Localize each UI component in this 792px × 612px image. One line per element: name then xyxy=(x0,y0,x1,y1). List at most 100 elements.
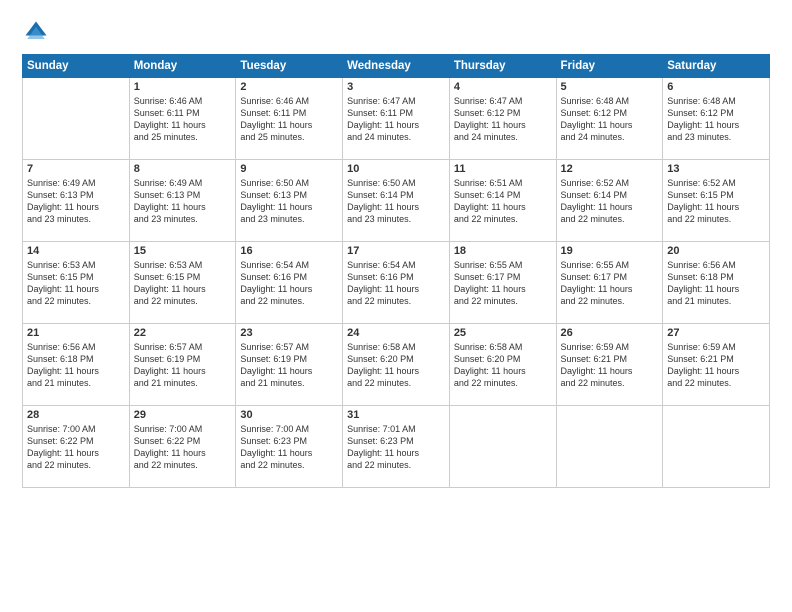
calendar-cell: 3Sunrise: 6:47 AM Sunset: 6:11 PM Daylig… xyxy=(343,78,450,160)
calendar-cell: 26Sunrise: 6:59 AM Sunset: 6:21 PM Dayli… xyxy=(556,324,663,406)
calendar-cell: 28Sunrise: 7:00 AM Sunset: 6:22 PM Dayli… xyxy=(23,406,130,488)
calendar-cell: 22 Sunrise: 6:57 AM Sunset: 6:19 PM Dayli… xyxy=(129,324,236,406)
calendar-week-4: 28Sunrise: 7:00 AM Sunset: 6:22 PM Dayli… xyxy=(23,406,770,488)
weekday-header-monday: Monday xyxy=(129,55,236,78)
calendar-header: SundayMondayTuesdayWednesdayThursdayFrid… xyxy=(23,55,770,78)
calendar-cell: 29Sunrise: 7:00 AM Sunset: 6:22 PM Dayli… xyxy=(129,406,236,488)
calendar-week-3: 21Sunrise: 6:56 AM Sunset: 6:18 PM Dayli… xyxy=(23,324,770,406)
day-number: 17 xyxy=(347,245,445,257)
day-number: 31 xyxy=(347,409,445,421)
day-number: 30 xyxy=(240,409,338,421)
day-number: 20 xyxy=(667,245,765,257)
calendar-cell: 12 Sunrise: 6:52 AM Sunset: 6:14 PM Dayli… xyxy=(556,160,663,242)
day-detail: Sunrise: 6:58 AM Sunset: 6:20 PM Dayligh… xyxy=(454,341,552,390)
day-number: 6 xyxy=(667,81,765,93)
day-detail: Sunrise: 7:01 AM Sunset: 6:23 PM Dayligh… xyxy=(347,423,445,472)
calendar-cell xyxy=(23,78,130,160)
day-detail: Sunrise: 7:00 AM Sunset: 6:23 PM Dayligh… xyxy=(240,423,338,472)
calendar-cell: 15 Sunrise: 6:53 AM Sunset: 6:15 PM Dayli… xyxy=(129,242,236,324)
calendar-cell: 6 Sunrise: 6:48 AM Sunset: 6:12 PM Daylig… xyxy=(663,78,770,160)
logo-icon xyxy=(22,18,50,46)
calendar-week-1: 7 Sunrise: 6:49 AM Sunset: 6:13 PM Daylig… xyxy=(23,160,770,242)
day-detail: Sunrise: 6:56 AM Sunset: 6:18 PM Dayligh… xyxy=(27,341,125,390)
day-number: 11 xyxy=(454,163,552,175)
calendar-cell: 20 Sunrise: 6:56 AM Sunset: 6:18 PM Dayli… xyxy=(663,242,770,324)
day-detail: Sunrise: 6:54 AM Sunset: 6:16 PM Dayligh… xyxy=(347,259,445,308)
calendar-cell: 7 Sunrise: 6:49 AM Sunset: 6:13 PM Daylig… xyxy=(23,160,130,242)
day-detail: Sunrise: 6:48 AM Sunset: 6:12 PM Dayligh… xyxy=(667,95,765,144)
calendar-cell: 25 Sunrise: 6:58 AM Sunset: 6:20 PM Dayli… xyxy=(449,324,556,406)
day-detail: Sunrise: 7:00 AM Sunset: 6:22 PM Dayligh… xyxy=(27,423,125,472)
calendar-cell: 5 Sunrise: 6:48 AM Sunset: 6:12 PM Daylig… xyxy=(556,78,663,160)
day-detail: Sunrise: 6:46 AM Sunset: 6:11 PM Dayligh… xyxy=(134,95,232,144)
day-detail: Sunrise: 6:53 AM Sunset: 6:15 PM Dayligh… xyxy=(134,259,232,308)
day-detail: Sunrise: 6:47 AM Sunset: 6:11 PM Dayligh… xyxy=(347,95,445,144)
day-number: 27 xyxy=(667,327,765,339)
day-number: 16 xyxy=(240,245,338,257)
day-number: 29 xyxy=(134,409,232,421)
weekday-header-wednesday: Wednesday xyxy=(343,55,450,78)
calendar-cell: 17 Sunrise: 6:54 AM Sunset: 6:16 PM Dayli… xyxy=(343,242,450,324)
calendar-cell xyxy=(556,406,663,488)
logo xyxy=(22,18,54,46)
weekday-header-saturday: Saturday xyxy=(663,55,770,78)
day-detail: Sunrise: 6:50 AM Sunset: 6:13 PM Dayligh… xyxy=(240,177,338,226)
calendar-cell: 27Sunrise: 6:59 AM Sunset: 6:21 PM Dayli… xyxy=(663,324,770,406)
day-number: 7 xyxy=(27,163,125,175)
day-detail: Sunrise: 6:56 AM Sunset: 6:18 PM Dayligh… xyxy=(667,259,765,308)
day-number: 19 xyxy=(561,245,659,257)
day-number: 22 xyxy=(134,327,232,339)
day-detail: Sunrise: 6:46 AM Sunset: 6:11 PM Dayligh… xyxy=(240,95,338,144)
day-number: 13 xyxy=(667,163,765,175)
calendar-week-0: 1 Sunrise: 6:46 AM Sunset: 6:11 PM Daylig… xyxy=(23,78,770,160)
day-detail: Sunrise: 6:58 AM Sunset: 6:20 PM Dayligh… xyxy=(347,341,445,390)
day-detail: Sunrise: 6:47 AM Sunset: 6:12 PM Dayligh… xyxy=(454,95,552,144)
calendar-cell: 1 Sunrise: 6:46 AM Sunset: 6:11 PM Daylig… xyxy=(129,78,236,160)
calendar-cell: 4 Sunrise: 6:47 AM Sunset: 6:12 PM Daylig… xyxy=(449,78,556,160)
weekday-header-thursday: Thursday xyxy=(449,55,556,78)
day-number: 18 xyxy=(454,245,552,257)
calendar-body: 1 Sunrise: 6:46 AM Sunset: 6:11 PM Daylig… xyxy=(23,78,770,488)
day-number: 25 xyxy=(454,327,552,339)
day-number: 2 xyxy=(240,81,338,93)
day-detail: Sunrise: 6:51 AM Sunset: 6:14 PM Dayligh… xyxy=(454,177,552,226)
day-detail: Sunrise: 6:50 AM Sunset: 6:14 PM Dayligh… xyxy=(347,177,445,226)
weekday-row: SundayMondayTuesdayWednesdayThursdayFrid… xyxy=(23,55,770,78)
day-detail: Sunrise: 6:49 AM Sunset: 6:13 PM Dayligh… xyxy=(134,177,232,226)
day-detail: Sunrise: 6:48 AM Sunset: 6:12 PM Dayligh… xyxy=(561,95,659,144)
header xyxy=(22,18,770,46)
weekday-header-tuesday: Tuesday xyxy=(236,55,343,78)
calendar-cell: 21Sunrise: 6:56 AM Sunset: 6:18 PM Dayli… xyxy=(23,324,130,406)
day-detail: Sunrise: 6:53 AM Sunset: 6:15 PM Dayligh… xyxy=(27,259,125,308)
calendar-cell: 9 Sunrise: 6:50 AM Sunset: 6:13 PM Daylig… xyxy=(236,160,343,242)
day-detail: Sunrise: 6:49 AM Sunset: 6:13 PM Dayligh… xyxy=(27,177,125,226)
calendar-week-2: 14 Sunrise: 6:53 AM Sunset: 6:15 PM Dayli… xyxy=(23,242,770,324)
calendar-cell: 30 Sunrise: 7:00 AM Sunset: 6:23 PM Dayli… xyxy=(236,406,343,488)
day-number: 24 xyxy=(347,327,445,339)
calendar-cell xyxy=(663,406,770,488)
day-number: 23 xyxy=(240,327,338,339)
calendar-cell: 16 Sunrise: 6:54 AM Sunset: 6:16 PM Dayli… xyxy=(236,242,343,324)
day-number: 14 xyxy=(27,245,125,257)
day-detail: Sunrise: 6:57 AM Sunset: 6:19 PM Dayligh… xyxy=(134,341,232,390)
day-detail: Sunrise: 6:57 AM Sunset: 6:19 PM Dayligh… xyxy=(240,341,338,390)
calendar-cell: 10Sunrise: 6:50 AM Sunset: 6:14 PM Dayli… xyxy=(343,160,450,242)
day-number: 12 xyxy=(561,163,659,175)
day-detail: Sunrise: 6:55 AM Sunset: 6:17 PM Dayligh… xyxy=(454,259,552,308)
day-detail: Sunrise: 6:59 AM Sunset: 6:21 PM Dayligh… xyxy=(561,341,659,390)
day-number: 1 xyxy=(134,81,232,93)
day-number: 5 xyxy=(561,81,659,93)
day-number: 9 xyxy=(240,163,338,175)
day-detail: Sunrise: 6:52 AM Sunset: 6:14 PM Dayligh… xyxy=(561,177,659,226)
calendar-cell: 24 Sunrise: 6:58 AM Sunset: 6:20 PM Dayli… xyxy=(343,324,450,406)
weekday-header-sunday: Sunday xyxy=(23,55,130,78)
calendar-cell: 23 Sunrise: 6:57 AM Sunset: 6:19 PM Dayli… xyxy=(236,324,343,406)
calendar-cell: 19Sunrise: 6:55 AM Sunset: 6:17 PM Dayli… xyxy=(556,242,663,324)
calendar-cell xyxy=(449,406,556,488)
day-detail: Sunrise: 6:54 AM Sunset: 6:16 PM Dayligh… xyxy=(240,259,338,308)
day-number: 15 xyxy=(134,245,232,257)
page: SundayMondayTuesdayWednesdayThursdayFrid… xyxy=(0,0,792,612)
calendar-table: SundayMondayTuesdayWednesdayThursdayFrid… xyxy=(22,54,770,488)
day-number: 4 xyxy=(454,81,552,93)
day-detail: Sunrise: 6:52 AM Sunset: 6:15 PM Dayligh… xyxy=(667,177,765,226)
